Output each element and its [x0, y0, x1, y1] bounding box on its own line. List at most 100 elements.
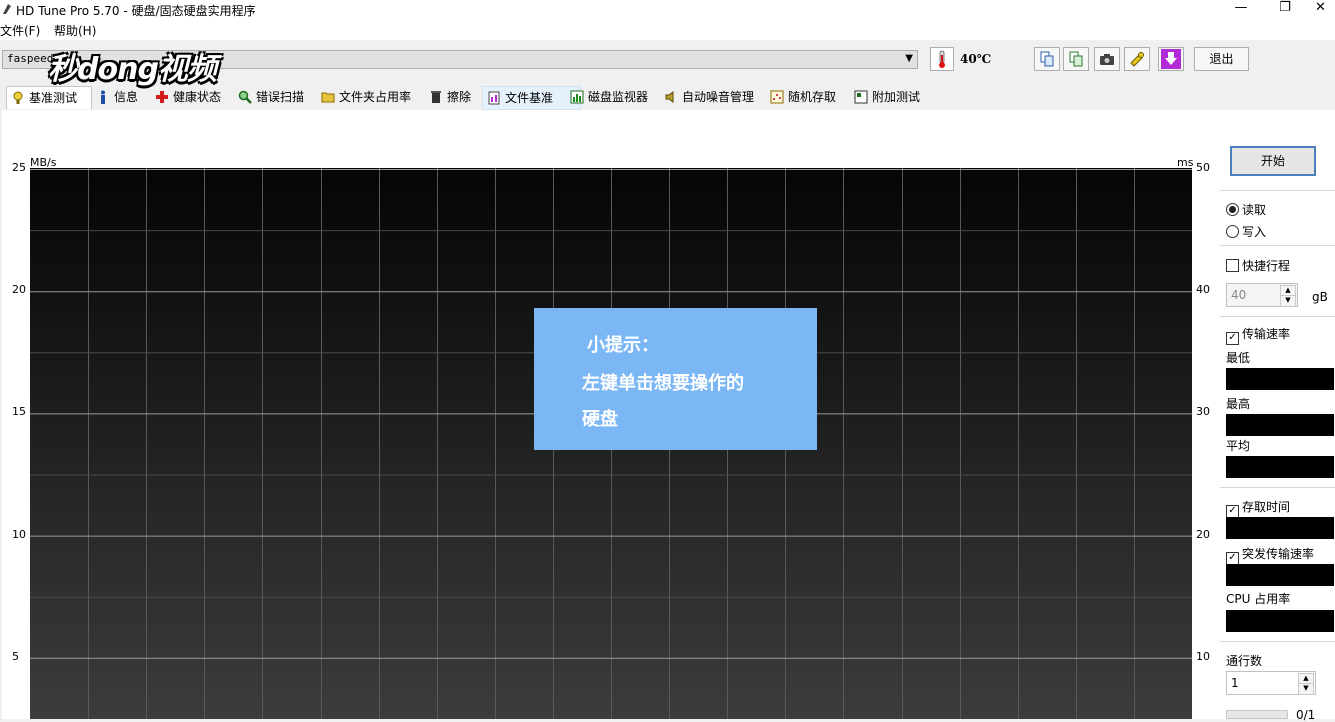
erase-icon: [431, 91, 441, 103]
tab-bar: 基准测试 信息 健康状态 错误扫描 文件夹占用率 擦除 文件基准 磁盘监视器 自…: [0, 86, 1335, 110]
transfer-rate-checkbox[interactable]: ✓ 传输速率: [1226, 325, 1290, 345]
spin-down-icon[interactable]: ▼: [1298, 683, 1314, 695]
menu-help[interactable]: 帮助(H): [54, 22, 96, 39]
tab-erase[interactable]: 擦除: [425, 86, 471, 108]
progress-text: 0/1: [1296, 708, 1316, 722]
short-stroke-value: 40: [1231, 288, 1247, 302]
y-left-tick-label: 15: [12, 405, 26, 419]
burst-rate-value-box: [1226, 564, 1334, 586]
watermark-logo: 秒dong视频: [48, 52, 217, 87]
minimize-button[interactable]: —: [1218, 0, 1264, 20]
tip-title: 小提示：: [587, 335, 659, 356]
y-left-tick-label: 20: [12, 283, 26, 297]
tab-health[interactable]: 健康状态: [151, 86, 221, 108]
read-radio[interactable]: 读取: [1226, 201, 1266, 218]
y-left-tick-label: 5: [12, 649, 19, 663]
tip-line: 左键单击想要操作的: [582, 373, 744, 394]
screenshot-icon: [1100, 54, 1114, 65]
y-left-tick-label: 10: [12, 527, 26, 541]
write-radio-label: 写入: [1242, 225, 1267, 239]
tab-error-scan[interactable]: 错误扫描: [234, 86, 304, 108]
folder-usage-icon: [321, 92, 335, 103]
copy-info-icon: [1040, 51, 1054, 67]
exit-button[interactable]: 退出: [1194, 47, 1249, 71]
short-stroke-checkbox[interactable]: 快捷行程: [1226, 257, 1290, 274]
error-scan-icon: [238, 90, 252, 104]
short-stroke-unit: gB: [1312, 290, 1328, 304]
tab-label: 基准测试: [29, 91, 78, 105]
spin-down-icon[interactable]: ▼: [1280, 295, 1296, 307]
menu-file[interactable]: 文件(F): [0, 22, 40, 39]
tab-label: 健康状态: [173, 90, 222, 104]
y-right-tick-label: 30: [1196, 405, 1210, 419]
app-icon: [3, 4, 11, 14]
start-button[interactable]: 开始: [1230, 146, 1316, 176]
tab-label: 错误扫描: [256, 90, 305, 104]
close-button[interactable]: ✕: [1306, 0, 1335, 20]
benchmark-icon: [13, 91, 23, 104]
divider: [1220, 316, 1335, 317]
max-label: 最高: [1226, 397, 1251, 411]
passes-spinner[interactable]: 1 ▲ ▼: [1226, 671, 1316, 695]
maximize-button[interactable]: ❐: [1262, 0, 1308, 20]
tab-label: 信息: [114, 90, 139, 104]
tab-disk-monitor[interactable]: 磁盘监视器: [566, 86, 648, 108]
divider: [1220, 487, 1335, 488]
divider: [1220, 641, 1335, 642]
short-stroke-spinner[interactable]: 40 ▲ ▼: [1226, 283, 1298, 307]
write-radio[interactable]: 写入: [1226, 223, 1266, 240]
download-icon: [1161, 49, 1181, 69]
min-label: 最低: [1226, 351, 1251, 365]
access-time-label: 存取时间: [1242, 500, 1291, 514]
screenshot-button[interactable]: [1094, 47, 1120, 71]
noise-icon: [665, 91, 674, 103]
options-button[interactable]: [1124, 47, 1150, 71]
tab-extra-tests[interactable]: 附加测试: [850, 86, 920, 108]
menu-bar: 文件(F) 帮助(H): [0, 20, 1335, 40]
tab-label: 随机存取: [788, 90, 837, 104]
file-benchmark-icon: [488, 91, 500, 105]
transfer-rate-label: 传输速率: [1242, 327, 1291, 341]
burst-rate-label: 突发传输速率: [1242, 547, 1315, 561]
tip-overlay: 小提示： 左键单击想要操作的 硬盘: [534, 308, 817, 450]
tab-info[interactable]: 信息: [92, 86, 138, 108]
tab-label: 磁盘监视器: [588, 90, 649, 104]
access-time-checkbox[interactable]: ✓ 存取时间: [1226, 498, 1290, 518]
extra-tests-icon: [854, 90, 868, 104]
tab-random-access[interactable]: 随机存取: [766, 86, 836, 108]
tab-folder-usage[interactable]: 文件夹占用率: [317, 86, 411, 108]
tab-benchmark[interactable]: 基准测试: [6, 86, 92, 109]
copy-all-button[interactable]: [1063, 47, 1089, 71]
tab-label: 擦除: [447, 90, 472, 104]
title-bar: HD Tune Pro 5.70 - 硬盘/固态硬盘实用程序 — ❐ ✕: [0, 0, 1335, 20]
y-right-tick-label: 10: [1196, 649, 1210, 663]
short-stroke-label: 快捷行程: [1242, 259, 1291, 273]
cpu-label: CPU 占用率: [1226, 592, 1291, 606]
min-value-box: [1226, 368, 1334, 390]
divider: [1220, 245, 1335, 246]
drive-select-value: faspeed: [7, 52, 54, 65]
max-value-box: [1226, 414, 1334, 436]
passes-value: 1: [1231, 676, 1239, 690]
y-right-tick-label: 50: [1196, 161, 1210, 174]
copy-info-button[interactable]: [1034, 47, 1060, 71]
divider: [1220, 190, 1335, 191]
checkmark-icon: ✓: [1226, 332, 1239, 345]
download-button[interactable]: [1158, 47, 1184, 71]
radio-icon: [1226, 203, 1239, 216]
tab-noise-management[interactable]: 自动噪音管理: [660, 86, 754, 108]
tab-label: 自动噪音管理: [682, 90, 755, 104]
tab-label: 附加测试: [872, 90, 921, 104]
y-right-tick-label: 20: [1196, 527, 1210, 541]
avg-value-box: [1226, 456, 1334, 478]
chevron-down-icon: ▼: [905, 53, 913, 64]
window-title: HD Tune Pro 5.70 - 硬盘/固态硬盘实用程序: [16, 4, 256, 18]
cpu-value-box: [1226, 610, 1334, 632]
random-access-icon: [770, 90, 784, 104]
tab-label: 文件基准: [505, 91, 554, 105]
radio-icon: [1226, 225, 1239, 238]
info-icon: [101, 90, 105, 104]
burst-rate-checkbox[interactable]: ✓ 突发传输速率: [1226, 545, 1314, 565]
disk-monitor-icon: [570, 90, 584, 104]
avg-label: 平均: [1226, 439, 1251, 453]
